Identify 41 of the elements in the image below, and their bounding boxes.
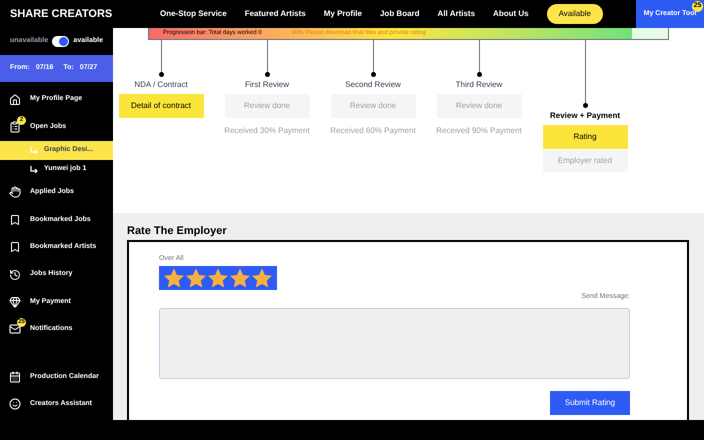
history-icon xyxy=(9,268,21,281)
step-label: First Review xyxy=(244,79,289,91)
submit-button[interactable]: Submit Rating xyxy=(550,390,630,414)
diamond-icon xyxy=(9,296,21,308)
bookmark-icon xyxy=(9,241,21,254)
star-icon[interactable] xyxy=(230,268,250,288)
section-title: Rate The Employer xyxy=(127,224,228,239)
star-icon[interactable] xyxy=(164,268,184,288)
nav-link[interactable]: Featured Artists xyxy=(244,8,306,20)
nav-link[interactable]: My Profile xyxy=(324,8,362,20)
mail-icon xyxy=(9,323,21,336)
nav-link[interactable]: Job Board xyxy=(380,8,420,20)
step-button[interactable]: Rating xyxy=(542,125,628,149)
star-icon[interactable] xyxy=(186,268,206,288)
calendar-icon xyxy=(9,370,21,383)
step-label: NDA / Contract xyxy=(134,79,188,91)
step-note: Received 90% Payment xyxy=(436,125,522,137)
status-pill[interactable]: Available xyxy=(546,4,603,24)
step-note: Received 30% Payment xyxy=(224,125,310,137)
nav-link[interactable]: One-Stop Service xyxy=(160,8,227,20)
branch-arrow-icon xyxy=(30,166,38,173)
step-button[interactable]: Detail of contract xyxy=(118,94,204,118)
status-box: Employer rated xyxy=(542,150,628,172)
smiley-icon xyxy=(9,398,21,410)
bookmark-icon xyxy=(9,214,21,226)
nav-link[interactable]: About Us xyxy=(493,8,529,20)
nav-link[interactable]: All Artists xyxy=(438,8,476,20)
logo[interactable]: SHARE CREATORS xyxy=(10,7,112,21)
house-icon xyxy=(9,94,21,106)
star-icon[interactable] xyxy=(208,268,228,288)
clipboard-icon xyxy=(9,121,21,134)
step-label: Third Review xyxy=(456,79,502,91)
branch-arrow-icon xyxy=(30,146,38,154)
star-icon[interactable] xyxy=(252,268,272,288)
step-label: Review + Payment xyxy=(550,110,620,122)
star-rating[interactable] xyxy=(159,266,277,290)
availability-toggle[interactable] xyxy=(52,36,70,47)
step-note: Received 60% Payment xyxy=(330,125,416,137)
step-label: Second Review xyxy=(345,79,401,91)
message-field[interactable] xyxy=(159,308,630,378)
hand-icon xyxy=(9,186,21,198)
